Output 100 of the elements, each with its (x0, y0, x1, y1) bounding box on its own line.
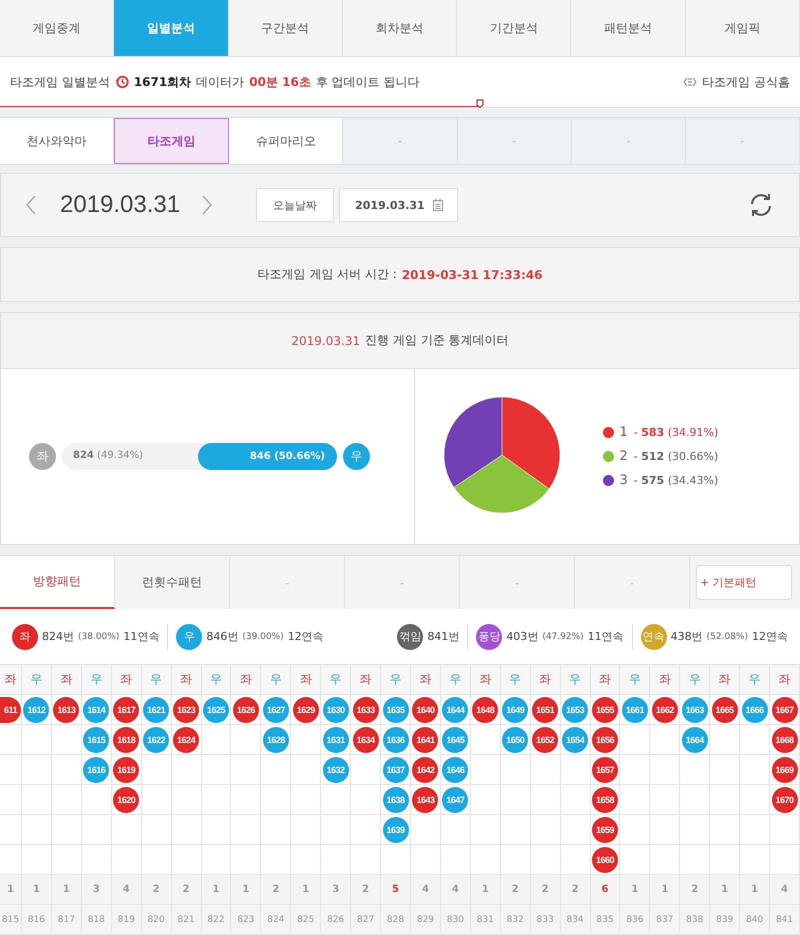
side-label: 우 (82, 665, 112, 695)
table-cell (22, 785, 52, 815)
run-count: 1 (710, 875, 740, 905)
round-number: 835 (590, 905, 620, 935)
round-number: 833 (530, 905, 561, 935)
round-number: 838 (680, 905, 710, 935)
result-ball: 1658 (592, 786, 618, 812)
run-count: 2 (172, 875, 202, 905)
table-cell (650, 815, 680, 845)
round-number: 823 (231, 905, 262, 935)
game-tab[interactable]: 타조게임 (114, 118, 230, 164)
round-number: 841 (770, 905, 800, 935)
stat-badge: 연속 (640, 624, 667, 650)
side-label: 좌 (231, 665, 262, 695)
run-count: 2 (560, 875, 591, 905)
table-cell (0, 785, 22, 815)
round-number: 832 (500, 905, 531, 935)
stats-date: 2019.03.31 (291, 334, 360, 348)
result-ball: 1613 (53, 696, 80, 722)
update-label: 타조게임 일별분석 (10, 74, 110, 90)
table-cell (142, 815, 172, 845)
result-ball: 1632 (322, 756, 349, 782)
result-ball: 1636 (382, 726, 409, 752)
result-ball: 1626 (232, 696, 259, 722)
result-ball: 1648 (472, 696, 498, 722)
side-label: 우 (500, 665, 531, 695)
round-number: 822 (202, 905, 232, 935)
result-ball: 1644 (442, 696, 468, 722)
official-site-link[interactable]: 타조게임 공식홈 (683, 74, 790, 90)
table-cell (500, 815, 531, 845)
run-count: 4 (440, 875, 471, 905)
legend-value: - 512 (30.66%) (634, 450, 718, 463)
refresh-button[interactable] (748, 192, 774, 218)
right-badge: 우 (343, 443, 370, 470)
stat-streak: 12연속 (752, 629, 788, 644)
result-ball: 1656 (592, 726, 618, 752)
table-cell (22, 815, 52, 845)
result-ball: 1664 (682, 726, 708, 752)
left-badge: 좌 (29, 443, 56, 470)
result-ball: 1646 (442, 756, 468, 782)
round-number: 840 (740, 905, 770, 935)
run-count: 2 (351, 875, 382, 905)
run-count: 2 (142, 875, 172, 905)
run-count: 1 (620, 875, 650, 905)
result-ball: 1618 (113, 726, 140, 752)
table-cell (172, 785, 202, 815)
round-number: 836 (620, 905, 650, 935)
game-tab[interactable]: 천사와악마 (0, 118, 114, 164)
result-ball: 1631 (322, 726, 349, 752)
table-cell (740, 815, 770, 845)
round-number: 831 (470, 905, 501, 935)
nav-tab[interactable]: 패턴분석 (571, 0, 686, 56)
result-ball: 1668 (772, 726, 798, 752)
nav-tab[interactable]: 게임픽 (686, 0, 800, 56)
table-cell (52, 785, 82, 815)
stat-badge: 꺾임 (397, 624, 424, 650)
table-cell (202, 755, 232, 785)
table-cell (261, 815, 292, 845)
side-label: 우 (321, 665, 352, 695)
add-pattern-button[interactable]: + 기본패턴 (696, 565, 792, 600)
result-ball: 1647 (442, 786, 468, 812)
today-button[interactable]: 오늘날짜 (256, 188, 334, 222)
link-icon (683, 76, 698, 88)
table-cell (530, 815, 561, 845)
result-ball: 1669 (772, 756, 798, 782)
side-label: 우 (740, 665, 770, 695)
run-count: 1 (231, 875, 262, 905)
round-number: 821 (172, 905, 202, 935)
side-label: 좌 (351, 665, 382, 695)
stat-badge: 퐁당 (476, 624, 502, 650)
result-ball: 1625 (202, 696, 229, 722)
table-cell (22, 755, 52, 785)
run-count: 1 (52, 875, 82, 905)
result-ball: 1628 (262, 726, 289, 752)
round-number: 828 (381, 905, 411, 935)
result-ball: 1640 (412, 696, 438, 722)
result-ball: 1667 (772, 696, 798, 722)
run-count: 3 (82, 875, 112, 905)
round-number: 830 (440, 905, 471, 935)
ratio-fill: 846 (50.66%) (198, 443, 337, 470)
table-cell (0, 815, 22, 845)
pattern-tab[interactable]: 방향패턴 (0, 556, 115, 609)
date-field[interactable]: 2019.03.31 (339, 188, 458, 222)
table-cell (470, 815, 501, 845)
result-ball: 1670 (772, 786, 798, 812)
side-label: 좌 (650, 665, 680, 695)
result-ball: 1665 (712, 696, 738, 722)
legend-label: 3 (620, 473, 628, 488)
table-cell (231, 785, 262, 815)
stat-percent: (52.08%) (706, 632, 748, 642)
previous-button[interactable] (26, 195, 36, 215)
next-button[interactable] (202, 195, 212, 215)
nav-tab[interactable]: 기간분석 (457, 0, 572, 56)
table-cell (321, 815, 352, 845)
result-ball: 1621 (143, 696, 170, 722)
nav-tab[interactable]: 회차분석 (342, 0, 458, 56)
game-tab[interactable]: 슈퍼마리오 (229, 118, 344, 164)
table-cell (291, 815, 322, 845)
nav-tab[interactable]: 구간분석 (228, 0, 343, 56)
result-ball: 1612 (23, 696, 50, 722)
